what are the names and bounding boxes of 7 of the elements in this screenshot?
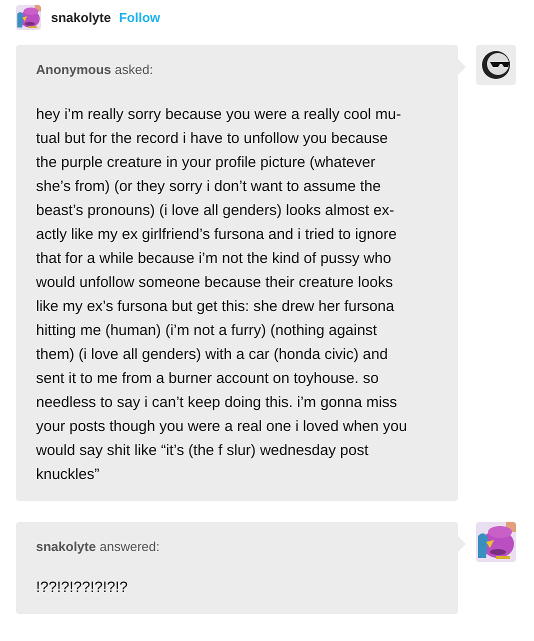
question-text: hey i’m really sorry because you were a really cool mu- tual but for the record i have to unfollow you because the purple creature in your profile picture (whatever she’s from) (or they sorry i don’t want to assume the beast’s pronouns) (i love all genders) looks almost ex- actly like my ex girlfriend’s fursona and i tried to ignore that for a while because i’m not the kind of pussy who would unfollow someone because their creature looks like my ex’s fursona but get this: she drew her fursona hitting me (human) (i’m not a furry) (nothing against them) (i love all genders) with a car (honda civic) and sent it to me from a burner account on toyhouse. so needless to say i can’t keep doing this. i’m gonna miss your posts though you were a real one i loved when you would say shit like “it’s (the f slur) wednesday post knuckles” [36, 105, 408, 485]
post-label: answered: [100, 539, 160, 554]
author-name[interactable]: Anonymous [36, 62, 112, 77]
answer-text: !??!?!??!?!?!? [36, 578, 129, 598]
post-label: asked: [114, 62, 154, 77]
username[interactable]: snakolyte [51, 10, 111, 25]
author-name[interactable]: snakolyte [36, 539, 96, 554]
